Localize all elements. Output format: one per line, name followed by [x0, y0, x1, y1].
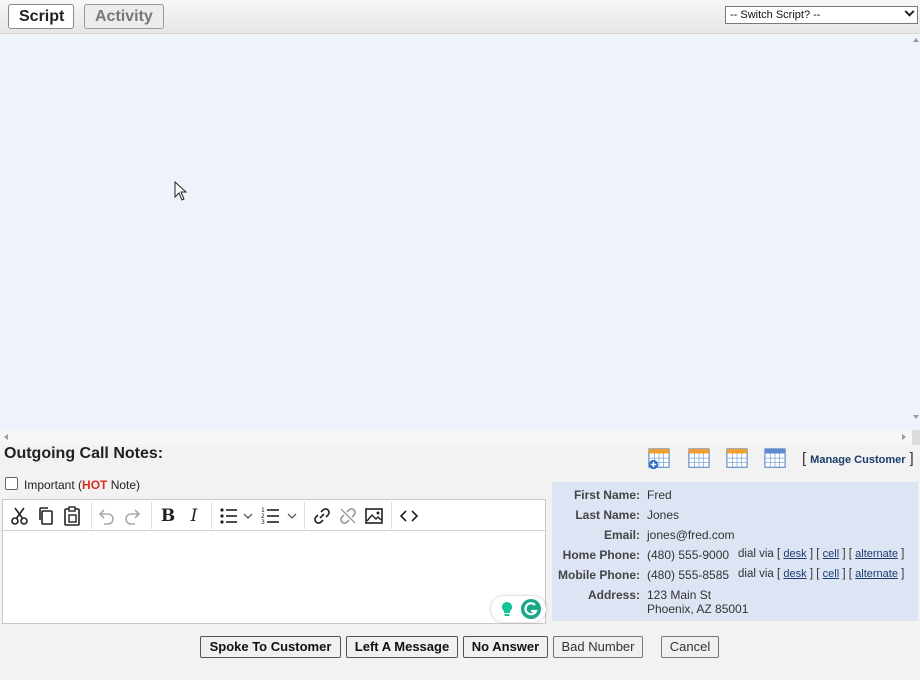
copy-icon[interactable] — [36, 506, 56, 526]
important-checkbox[interactable] — [5, 477, 18, 491]
mobile-phone-label: Mobile Phone: — [558, 568, 640, 582]
lightbulb-icon[interactable] — [497, 599, 517, 619]
calendar-week-icon[interactable] — [725, 448, 749, 470]
toolbar-separator — [91, 502, 92, 529]
vertical-scrollbar[interactable] — [912, 35, 920, 430]
first-name-value: Fred — [647, 488, 672, 502]
home-dial-cell-link[interactable]: cell — [823, 548, 840, 560]
redo-icon[interactable] — [123, 506, 143, 526]
script-content-pane — [0, 35, 920, 445]
mobile-phone-value: (480) 555-8585 — [647, 568, 730, 582]
switch-script-value: -- Switch Script? -- — [730, 9, 821, 21]
address-label: Address: — [587, 588, 640, 602]
last-name-label: Last Name: — [575, 508, 640, 522]
grammarly-icon[interactable] — [520, 598, 542, 620]
top-tab-bar: Script Activity -- Switch Script? -- — [0, 0, 920, 34]
manage-customer-link-group: [Manage Customer] — [802, 450, 914, 467]
scroll-right-arrow-icon[interactable] — [902, 434, 906, 440]
home-dial-options: dial via [ desk ] [ cell ] [ alternate ] — [738, 548, 905, 560]
chevron-down-icon — [904, 6, 915, 17]
notes-text-area[interactable] — [3, 532, 545, 623]
horizontal-scrollbar[interactable] — [0, 430, 920, 445]
important-label-suffix: Note) — [107, 478, 141, 492]
no-answer-button[interactable]: No Answer — [463, 636, 548, 658]
address-row: Address: 123 Main St Phoenix, AZ 85001 — [552, 588, 918, 622]
customer-info-panel: First Name: Fred Last Name: Jones Email:… — [552, 482, 918, 621]
scrollbar-corner — [912, 430, 920, 445]
scroll-down-arrow-icon[interactable] — [913, 415, 919, 419]
italic-button[interactable]: I — [184, 506, 204, 526]
numbered-list-icon[interactable]: 123 — [261, 506, 299, 526]
dial-via-label: dial via — [738, 548, 774, 560]
home-phone-row: Home Phone: (480) 555-9000 dial via [ de… — [552, 548, 918, 568]
mobile-dial-alternate-link[interactable]: alternate — [855, 568, 898, 580]
mobile-phone-row: Mobile Phone: (480) 555-8585 dial via [ … — [552, 568, 918, 588]
bullet-list-icon[interactable] — [219, 506, 253, 526]
calendar-day-icon[interactable] — [687, 448, 711, 470]
first-name-row: First Name: Fred — [552, 488, 918, 508]
editor-toolbar: B I 123 — [3, 500, 545, 531]
undo-icon[interactable] — [96, 506, 116, 526]
source-code-icon[interactable] — [399, 506, 419, 526]
switch-script-select[interactable]: -- Switch Script? -- — [725, 6, 918, 24]
notes-editor: B I 123 — [2, 499, 546, 624]
spoke-to-customer-button[interactable]: Spoke To Customer — [200, 636, 341, 658]
email-value: jones@fred.com — [647, 528, 735, 542]
home-phone-value: (480) 555-9000 — [647, 548, 730, 562]
tab-activity[interactable]: Activity — [84, 4, 164, 29]
toolbar-separator — [304, 502, 305, 529]
calendar-month-icon[interactable] — [763, 448, 787, 470]
bold-button[interactable]: B — [158, 506, 178, 526]
bracket-close: ] — [909, 450, 914, 467]
last-name-value: Jones — [647, 508, 680, 522]
mobile-dial-cell-link[interactable]: cell — [823, 568, 840, 580]
scroll-left-arrow-icon[interactable] — [4, 434, 8, 440]
first-name-label: First Name: — [573, 488, 640, 502]
scroll-up-arrow-icon[interactable] — [913, 38, 919, 42]
toolbar-separator — [391, 502, 392, 529]
tab-script[interactable]: Script — [8, 4, 74, 29]
home-dial-alternate-link[interactable]: alternate — [855, 548, 898, 560]
important-note-option: Important (HOT Note) — [5, 477, 141, 492]
toolbar-separator — [151, 502, 152, 529]
email-label: Email: — [603, 528, 640, 542]
paste-icon[interactable] — [62, 506, 82, 526]
toolbar-separator — [211, 502, 212, 529]
unlink-icon[interactable] — [338, 506, 358, 526]
add-calendar-event-icon[interactable] — [647, 448, 671, 470]
outgoing-call-notes-title: Outgoing Call Notes: — [4, 445, 164, 462]
hot-label: HOT — [82, 478, 108, 492]
cancel-button[interactable]: Cancel — [661, 636, 719, 658]
email-row: Email: jones@fred.com — [552, 528, 918, 548]
address-line2: Phoenix, AZ 85001 — [647, 602, 749, 616]
home-phone-label: Home Phone: — [562, 548, 640, 562]
important-label-prefix: Important ( — [24, 478, 83, 492]
last-name-row: Last Name: Jones — [552, 508, 918, 528]
cut-icon[interactable] — [10, 506, 30, 526]
mouse-cursor-icon — [174, 181, 188, 201]
bracket-open: [ — [802, 450, 807, 467]
grammarly-widget[interactable] — [491, 596, 546, 622]
manage-customer-link[interactable]: Manage Customer — [810, 454, 905, 466]
image-icon[interactable] — [364, 506, 384, 526]
dial-via-label: dial via — [738, 568, 774, 580]
address-line1: 123 Main St — [647, 588, 712, 602]
link-icon[interactable] — [312, 506, 332, 526]
mobile-dial-desk-link[interactable]: desk — [783, 568, 806, 580]
home-dial-desk-link[interactable]: desk — [783, 548, 806, 560]
mobile-dial-options: dial via [ desk ] [ cell ] [ alternate ] — [738, 568, 905, 580]
left-a-message-button[interactable]: Left A Message — [346, 636, 458, 658]
svg-text:3: 3 — [261, 519, 265, 526]
bad-number-button[interactable]: Bad Number — [553, 636, 643, 658]
